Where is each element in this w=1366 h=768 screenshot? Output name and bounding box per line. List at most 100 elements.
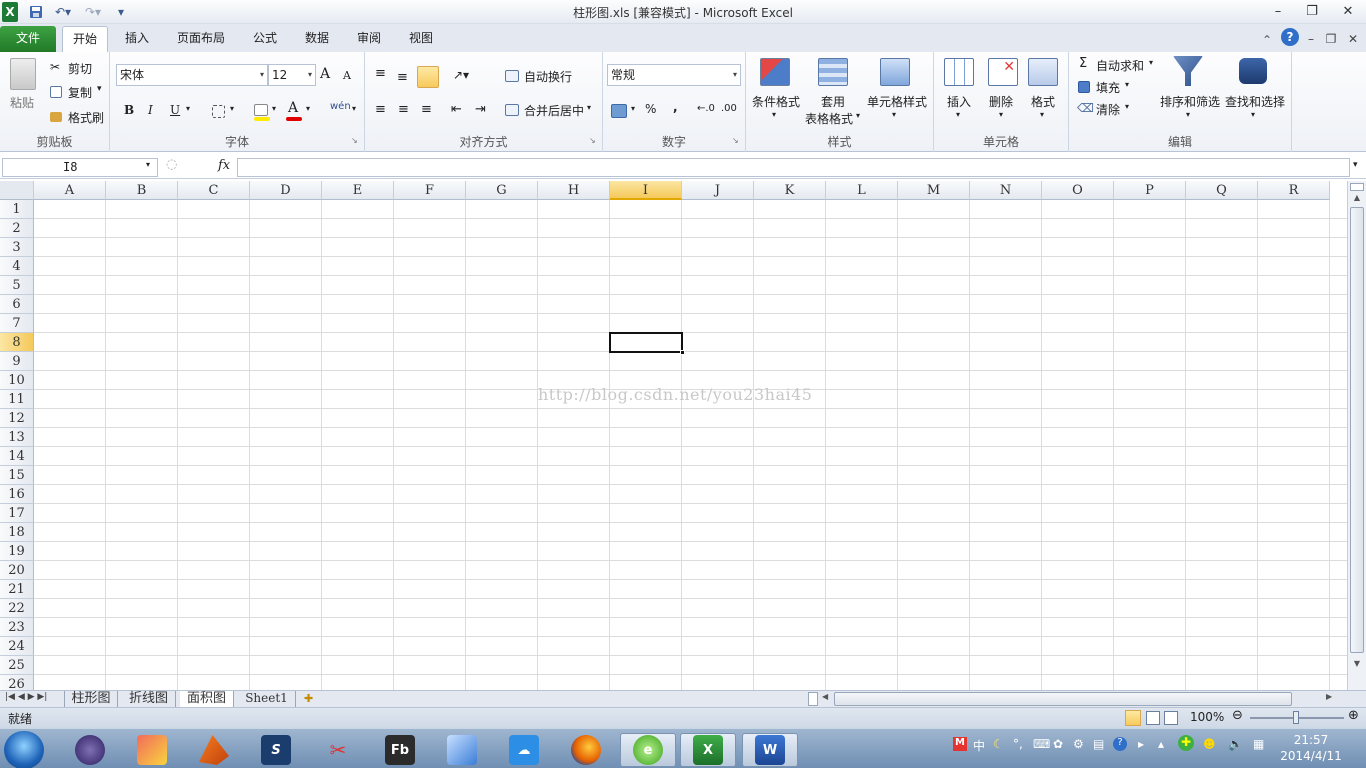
column-header[interactable]: A	[34, 181, 106, 200]
column-header[interactable]: R	[1258, 181, 1330, 200]
row-header[interactable]: 16	[0, 485, 34, 504]
insert-function-icon[interactable]: fx	[218, 158, 230, 173]
orientation-icon[interactable]: ↗▾	[453, 68, 469, 82]
insert-cells-icon[interactable]	[944, 58, 974, 86]
taskbar-matlab[interactable]	[190, 733, 238, 767]
worksheet-grid[interactable]: A B C D E F G H I J K L M N O P Q R 1 2 3 4 5 6 7 8 9 10 11 12 13 14 15 1…	[0, 181, 1347, 690]
zoom-slider-thumb[interactable]	[1293, 711, 1299, 724]
underline-dropdown-icon[interactable]: ▾	[186, 104, 190, 113]
tab-home[interactable]: 开始	[62, 26, 108, 52]
select-all-corner[interactable]	[0, 181, 34, 200]
vertical-scroll-thumb[interactable]	[1350, 207, 1364, 653]
active-cell[interactable]	[609, 332, 685, 355]
horizontal-scroll-thumb[interactable]	[834, 692, 1292, 706]
tray-punct-icon[interactable]: °,	[1013, 737, 1023, 751]
phonetic-dropdown-icon[interactable]: ▾	[352, 104, 356, 113]
cell-styles-icon[interactable]	[880, 58, 910, 86]
help-icon[interactable]: ?	[1281, 28, 1299, 46]
clear-dropdown-icon[interactable]: ▾	[1125, 102, 1129, 111]
sort-dropdown-icon[interactable]: ▾	[1186, 110, 1190, 119]
tab-review[interactable]: 审阅	[346, 26, 392, 52]
paste-icon[interactable]	[10, 58, 36, 90]
percent-button[interactable]: %	[645, 102, 656, 116]
decrease-decimal-icon[interactable]: .00	[721, 103, 737, 114]
tray-moon-icon[interactable]: ☾	[993, 737, 1004, 751]
align-top-icon[interactable]: ≡	[375, 66, 386, 81]
column-header[interactable]: H	[538, 181, 610, 200]
column-header[interactable]: D	[250, 181, 322, 200]
normal-view-icon[interactable]	[1125, 710, 1141, 726]
row-header[interactable]: 9	[0, 352, 34, 371]
increase-indent-icon[interactable]: ⇥	[475, 102, 486, 117]
merge-center-icon[interactable]	[505, 104, 519, 116]
tab-data[interactable]: 数据	[294, 26, 340, 52]
start-button[interactable]	[4, 731, 44, 768]
tab-file[interactable]: 文件	[0, 26, 56, 52]
find-dropdown-icon[interactable]: ▾	[1251, 110, 1255, 119]
borders-icon[interactable]	[212, 105, 225, 118]
sheet-nav-icons[interactable]: |◀ ◀ ▶ ▶|	[5, 692, 47, 702]
increase-decimal-icon[interactable]: ←.0	[697, 103, 715, 114]
formula-expand-icon[interactable]: ▾	[1353, 160, 1358, 170]
autosum-dropdown-icon[interactable]: ▾	[1149, 58, 1153, 67]
tray-network-icon[interactable]: ▦	[1253, 737, 1264, 751]
sheet-tab-sheet1[interactable]: Sheet1	[238, 691, 296, 707]
formula-expand-handle-icon[interactable]: ◌	[166, 157, 177, 172]
insert-sheet-icon[interactable]: ✚	[304, 692, 313, 705]
minimize-button[interactable]: –	[1264, 2, 1292, 22]
column-header[interactable]: E	[322, 181, 394, 200]
row-header[interactable]: 12	[0, 409, 34, 428]
taskbar-excel[interactable]: X	[680, 733, 736, 767]
tray-tools-icon[interactable]: ⚙	[1073, 737, 1084, 751]
align-bottom-icon[interactable]	[417, 66, 439, 88]
taskbar-eclipse[interactable]	[66, 733, 114, 767]
number-format-combo[interactable]: 常规 ▾	[607, 64, 741, 86]
sort-filter-icon[interactable]	[1173, 56, 1203, 86]
vertical-scrollbar[interactable]: ▲ ▼	[1347, 181, 1366, 690]
tab-view[interactable]: 视图	[398, 26, 444, 52]
row-header[interactable]: 18	[0, 523, 34, 542]
fill-dropdown-icon[interactable]: ▾	[1125, 80, 1129, 89]
tray-arrow-icon[interactable]: ▸	[1138, 737, 1144, 751]
tray-m-icon[interactable]: M	[953, 737, 967, 751]
taskbar-firefox[interactable]	[562, 733, 610, 767]
tab-page-layout[interactable]: 页面布局	[168, 26, 234, 52]
row-header[interactable]: 1	[0, 200, 34, 219]
row-header[interactable]: 25	[0, 656, 34, 675]
find-select-button[interactable]: 查找和选择	[1225, 93, 1285, 110]
taskbar-flash-builder[interactable]: Fb	[376, 733, 424, 767]
binoculars-icon[interactable]	[1239, 58, 1267, 84]
row-header[interactable]: 21	[0, 580, 34, 599]
column-header[interactable]: B	[106, 181, 178, 200]
row-header[interactable]: 3	[0, 238, 34, 257]
insert-dropdown-icon[interactable]: ▾	[956, 110, 960, 119]
align-center-icon[interactable]: ≡	[398, 102, 409, 117]
fill-color-dropdown-icon[interactable]: ▾	[272, 104, 276, 113]
column-header[interactable]: L	[826, 181, 898, 200]
wrap-text-button[interactable]: 自动换行	[524, 68, 572, 85]
copy-dropdown-icon[interactable]: ▾	[97, 84, 102, 94]
sheet-tab-bar-chart[interactable]: 柱形图	[64, 691, 118, 707]
delete-cells-icon[interactable]: ✕	[988, 58, 1018, 86]
tray-qq-icon[interactable]: ☻	[1203, 737, 1216, 751]
collapse-ribbon-icon[interactable]: ⌃	[1260, 30, 1274, 50]
row-header[interactable]: 11	[0, 390, 34, 409]
format-cells-icon[interactable]	[1028, 58, 1058, 86]
align-right-icon[interactable]: ≡	[421, 102, 432, 117]
row-header[interactable]: 26	[0, 675, 34, 690]
column-header[interactable]: N	[970, 181, 1042, 200]
taskbar-virtualbox[interactable]	[438, 733, 486, 767]
cell-styles-dropdown-icon[interactable]: ▾	[892, 110, 896, 119]
format-as-table-icon[interactable]	[818, 58, 848, 86]
fill-button[interactable]: 填充	[1096, 79, 1120, 96]
column-header[interactable]: G	[466, 181, 538, 200]
column-header[interactable]: M	[898, 181, 970, 200]
taskbar-app-s[interactable]: S	[252, 733, 300, 767]
column-header[interactable]: F	[394, 181, 466, 200]
workbook-close-icon[interactable]: ✕	[1346, 29, 1360, 49]
column-header[interactable]: O	[1042, 181, 1114, 200]
merge-dropdown-icon[interactable]: ▾	[587, 103, 591, 112]
tab-insert[interactable]: 插入	[114, 26, 160, 52]
row-header[interactable]: 19	[0, 542, 34, 561]
page-layout-view-icon[interactable]	[1146, 711, 1160, 725]
